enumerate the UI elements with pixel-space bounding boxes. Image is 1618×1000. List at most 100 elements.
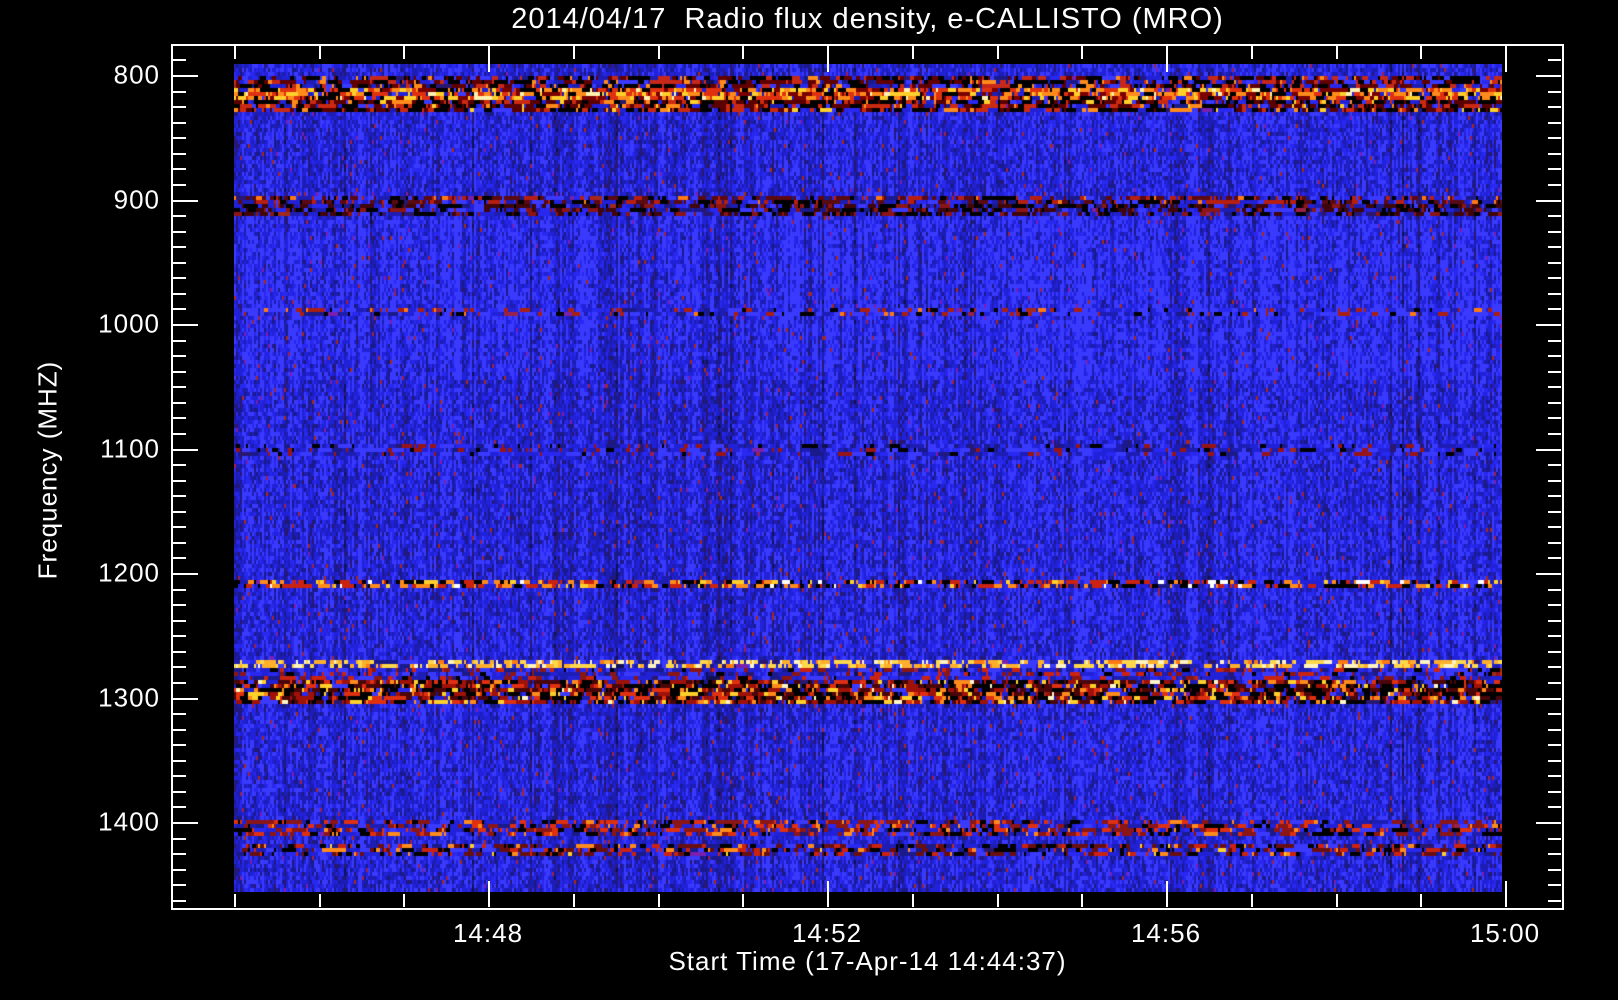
axis-tick <box>1548 137 1561 139</box>
axis-tick <box>1548 262 1561 264</box>
axis-tick <box>1548 246 1561 248</box>
axis-tick <box>827 881 829 907</box>
axis-tick <box>1548 682 1561 684</box>
axis-tick <box>1548 153 1561 155</box>
axis-tick <box>173 526 186 528</box>
axis-tick <box>173 262 186 264</box>
axis-tick <box>1548 402 1561 404</box>
y-tick-label: 1300 <box>98 682 160 712</box>
axis-tick <box>1548 417 1561 419</box>
axis-tick <box>173 775 186 777</box>
axis-tick <box>403 894 405 907</box>
axis-tick <box>997 46 999 59</box>
axis-tick <box>1166 881 1168 907</box>
axis-tick <box>912 894 914 907</box>
axis-tick <box>1536 573 1561 575</box>
axis-tick <box>173 651 186 653</box>
x-tick-label: 14:48 <box>452 918 524 948</box>
axis-tick <box>173 791 186 793</box>
axis-tick <box>173 853 186 855</box>
axis-tick <box>1548 464 1561 466</box>
axis-tick <box>997 894 999 907</box>
axis-tick <box>1548 168 1561 170</box>
axis-tick <box>1548 806 1561 808</box>
axis-tick <box>1548 884 1561 886</box>
axis-tick <box>173 417 186 419</box>
axis-tick <box>173 231 186 233</box>
axis-tick <box>1548 791 1561 793</box>
axis-tick <box>173 402 186 404</box>
axis-tick <box>1548 557 1561 559</box>
axis-tick <box>173 511 186 513</box>
axis-tick <box>319 894 321 907</box>
axis-tick <box>1536 75 1561 77</box>
axis-tick <box>173 713 186 715</box>
axis-tick <box>1548 59 1561 61</box>
axis-tick <box>173 324 198 326</box>
x-tick-label: 14:52 <box>791 918 863 948</box>
axis-tick <box>403 46 405 59</box>
axis-tick <box>173 153 186 155</box>
axis-tick <box>1548 744 1561 746</box>
axis-tick <box>742 894 744 907</box>
axis-tick <box>1548 838 1561 840</box>
axis-tick <box>173 308 186 310</box>
axis-tick <box>1548 231 1561 233</box>
axis-tick <box>173 464 186 466</box>
axis-tick <box>827 46 829 72</box>
axis-tick <box>173 137 186 139</box>
axis-tick <box>1548 589 1561 591</box>
y-tick-label: 800 <box>113 59 160 90</box>
axis-tick <box>173 293 186 295</box>
axis-tick <box>1505 46 1507 72</box>
axis-tick <box>173 635 186 637</box>
y-tick-label: 1400 <box>98 806 160 837</box>
axis-tick <box>1420 46 1422 59</box>
axis-tick <box>912 46 914 59</box>
axis-tick <box>1548 869 1561 871</box>
axis-tick <box>1548 729 1561 731</box>
axis-tick <box>1336 894 1338 907</box>
y-tick-label: 900 <box>113 184 160 214</box>
axis-tick <box>1548 526 1561 528</box>
axis-tick <box>573 46 575 59</box>
axis-tick <box>173 542 186 544</box>
axis-tick <box>173 184 186 186</box>
axis-tick <box>173 869 186 871</box>
axis-tick <box>319 46 321 59</box>
axis-tick <box>173 449 198 451</box>
axis-tick <box>658 46 660 59</box>
axis-tick <box>173 215 186 217</box>
axis-tick <box>173 168 186 170</box>
axis-tick <box>1548 386 1561 388</box>
axis-tick <box>173 682 186 684</box>
axis-tick <box>173 495 186 497</box>
axis-tick <box>1536 449 1561 451</box>
axis-tick <box>173 744 186 746</box>
axis-tick <box>173 277 186 279</box>
axis-tick <box>1548 308 1561 310</box>
axis-tick <box>742 46 744 59</box>
axis-tick <box>1548 91 1561 93</box>
axis-tick <box>234 46 236 59</box>
axis-tick <box>1548 340 1561 342</box>
axis-tick <box>1251 894 1253 907</box>
axis-tick <box>173 480 186 482</box>
axis-tick <box>173 75 198 77</box>
axis-tick <box>173 246 186 248</box>
axis-tick <box>173 386 186 388</box>
axis-tick <box>1548 635 1561 637</box>
axis-tick <box>1548 604 1561 606</box>
x-axis-label: Start Time (17-Apr-14 14:44:37) <box>668 946 1067 976</box>
axis-tick <box>1548 651 1561 653</box>
axis-tick <box>1548 371 1561 373</box>
axis-tick <box>1548 853 1561 855</box>
axis-tick <box>1166 46 1168 72</box>
axis-tick <box>1336 46 1338 59</box>
axis-tick <box>1081 894 1083 907</box>
axis-tick <box>173 59 186 61</box>
axis-tick <box>658 894 660 907</box>
axis-tick <box>173 589 186 591</box>
axis-tick <box>173 340 186 342</box>
axis-tick <box>1251 46 1253 59</box>
